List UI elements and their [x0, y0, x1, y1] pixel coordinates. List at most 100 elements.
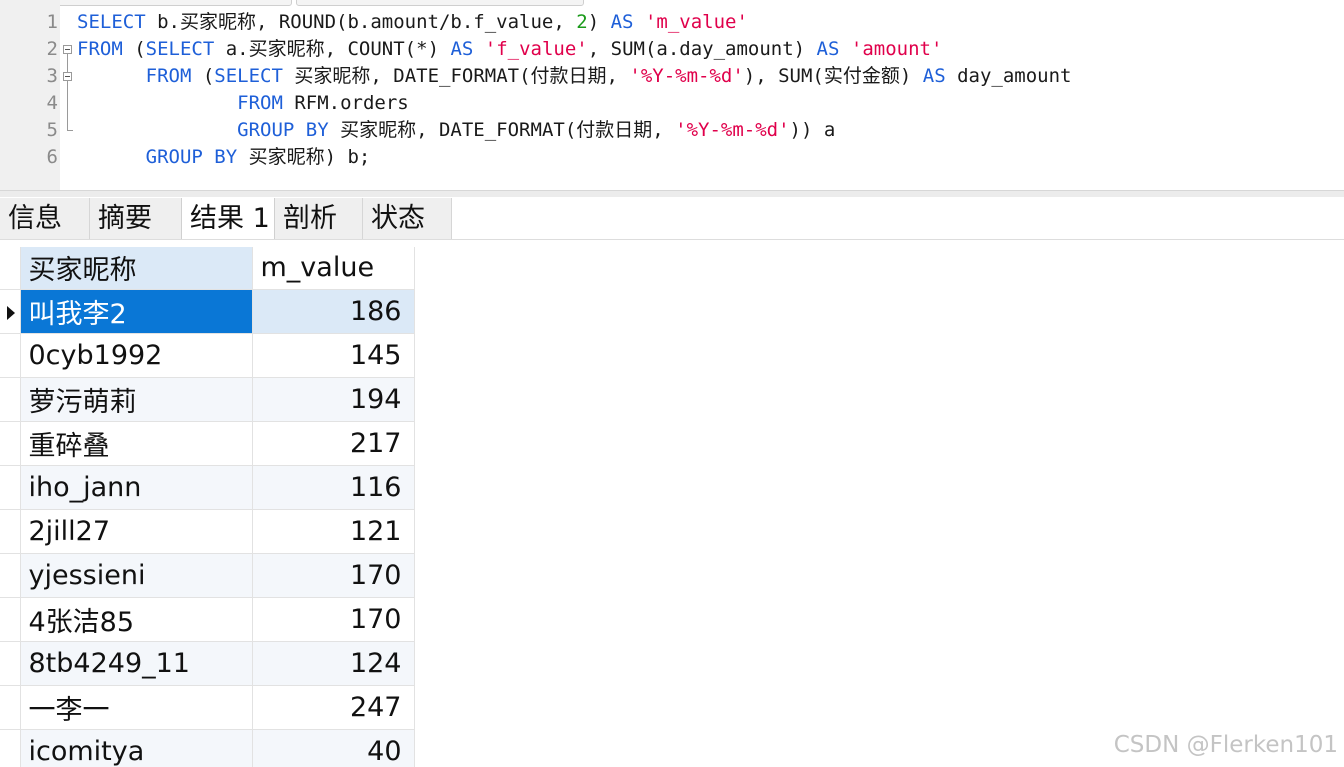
- table-row[interactable]: yjessieni 170: [0, 553, 415, 598]
- cell-m-value[interactable]: 194: [252, 377, 415, 422]
- row-indicator[interactable]: [0, 597, 21, 642]
- tab-summary[interactable]: 摘要: [90, 198, 182, 239]
- sql-keyword: AS: [450, 38, 474, 60]
- sql-text: (: [191, 65, 215, 87]
- sql-string: '%Y-%m-%d': [675, 119, 790, 141]
- table-row[interactable]: 萝污萌莉 194: [0, 377, 415, 422]
- cell-m-value[interactable]: 247: [252, 685, 415, 730]
- sql-string: '%Y-%m-%d': [629, 65, 744, 87]
- cell-m-value[interactable]: 170: [252, 553, 415, 598]
- sql-text: RFM.orders: [282, 92, 409, 114]
- cell-buyer-nickname[interactable]: 4张洁85: [20, 597, 253, 642]
- table-row[interactable]: 0cyb1992 145: [0, 333, 415, 378]
- tab-info[interactable]: 信息: [0, 198, 90, 239]
- cell-m-value[interactable]: 40: [252, 729, 415, 767]
- row-indicator[interactable]: [0, 685, 21, 730]
- line-number: 1: [46, 11, 58, 33]
- code-line: FROM RFM.orders: [77, 90, 1071, 117]
- tab-result-1[interactable]: 结果 1: [181, 198, 275, 239]
- column-header-m-value[interactable]: m_value: [252, 247, 415, 290]
- table-row[interactable]: iho_jann 116: [0, 465, 415, 510]
- cell-buyer-nickname[interactable]: 重碎叠: [20, 421, 253, 466]
- cell-buyer-nickname[interactable]: 0cyb1992: [20, 333, 253, 378]
- result-tab-bar: 信息 摘要 结果 1 剖析 状态: [0, 197, 1344, 240]
- current-row-pointer-icon: [7, 305, 15, 320]
- sql-keyword: FROM: [77, 38, 123, 60]
- table-row[interactable]: icomitya 40: [0, 729, 415, 767]
- table-row[interactable]: 一李一 247: [0, 685, 415, 730]
- cell-m-value[interactable]: 217: [252, 421, 415, 466]
- table-row[interactable]: 重碎叠 217: [0, 421, 415, 466]
- row-indicator[interactable]: [0, 641, 21, 686]
- cell-buyer-nickname[interactable]: yjessieni: [20, 553, 253, 598]
- code-line: GROUP BY 买家昵称, DATE_FORMAT(付款日期, '%Y-%m-…: [77, 117, 1071, 144]
- cell-buyer-nickname[interactable]: 一李一: [20, 685, 253, 730]
- cell-m-value[interactable]: 170: [252, 597, 415, 642]
- tab-status[interactable]: 状态: [363, 198, 452, 239]
- row-indicator[interactable]: [0, 421, 21, 466]
- sql-keyword: GROUP BY: [237, 119, 329, 141]
- table-row[interactable]: 4张洁85 170: [0, 597, 415, 642]
- sql-text: 买家昵称) b;: [237, 146, 371, 168]
- sql-keyword: AS: [816, 38, 840, 60]
- table-row[interactable]: 叫我李2 186: [0, 289, 415, 334]
- cell-m-value[interactable]: 116: [252, 465, 415, 510]
- cell-buyer-nickname[interactable]: 8tb4249_11: [20, 641, 253, 686]
- row-indicator[interactable]: [0, 377, 21, 422]
- fold-guide: [67, 54, 68, 72]
- cell-m-value[interactable]: 145: [252, 333, 415, 378]
- cell-buyer-nickname[interactable]: 叫我李2: [20, 289, 253, 334]
- sql-text: ): [587, 11, 611, 33]
- fold-toggle-icon[interactable]: [63, 45, 72, 54]
- watermark: CSDN @Flerken101: [1113, 732, 1338, 758]
- sql-text: (: [122, 38, 146, 60]
- cell-m-value[interactable]: 186: [252, 289, 415, 334]
- sql-string: 'm_value': [644, 11, 748, 33]
- sql-keyword: SELECT: [214, 65, 283, 87]
- editor-tab-stub: [296, 0, 584, 6]
- table-row[interactable]: 8tb4249_11 124: [0, 641, 415, 686]
- row-indicator[interactable]: [0, 333, 21, 378]
- row-indicator[interactable]: [0, 465, 21, 510]
- row-indicator[interactable]: [0, 553, 21, 598]
- row-indicator[interactable]: [0, 729, 21, 767]
- cell-buyer-nickname[interactable]: 2jill27: [20, 509, 253, 554]
- line-number: 4: [46, 92, 58, 114]
- line-number: 2: [46, 38, 58, 60]
- row-indicator[interactable]: [0, 289, 21, 334]
- sql-keyword: FROM: [145, 65, 192, 87]
- splitter-handle[interactable]: [0, 190, 1344, 197]
- row-indicator-header: [0, 247, 21, 290]
- sql-editor[interactable]: 1 2 3 4 5 6 SELECT b.买家昵称, ROUND(b.amoun…: [0, 0, 1344, 190]
- fold-toggle-icon[interactable]: [63, 72, 72, 81]
- line-number: 6: [46, 146, 58, 168]
- row-indicator[interactable]: [0, 509, 21, 554]
- result-grid[interactable]: 买家昵称 m_value 叫我李2 186 0cyb1992 145 萝污萌莉 194 重碎…: [0, 247, 415, 767]
- cell-buyer-nickname[interactable]: icomitya: [20, 729, 253, 767]
- cell-buyer-nickname[interactable]: iho_jann: [20, 465, 253, 510]
- cell-m-value[interactable]: 121: [252, 509, 415, 554]
- cell-m-value[interactable]: 124: [252, 641, 415, 686]
- code-line: FROM (SELECT 买家昵称, DATE_FORMAT(付款日期, '%Y…: [77, 63, 1072, 90]
- sql-keyword: GROUP BY: [145, 146, 238, 168]
- sql-string: 'amount': [850, 38, 943, 60]
- sql-string: 'f_value': [484, 38, 588, 60]
- code-area[interactable]: SELECT b.买家昵称, ROUND(b.amount/b.f_value,…: [77, 9, 1071, 171]
- sql-text: b.买家昵称, ROUND(b.amount/b.f_value,: [145, 11, 577, 33]
- fold-guide: [67, 81, 68, 131]
- column-header-buyer-nickname[interactable]: 买家昵称: [20, 247, 253, 290]
- sql-text: ), SUM(实付金额): [743, 65, 923, 87]
- tab-profile[interactable]: 剖析: [275, 198, 363, 239]
- sql-text: , SUM(a.day_amount): [587, 38, 817, 60]
- table-row[interactable]: 2jill27 121: [0, 509, 415, 554]
- cell-buyer-nickname[interactable]: 萝污萌莉: [20, 377, 253, 422]
- sql-text: )) a: [789, 119, 836, 141]
- sql-keyword: AS: [610, 11, 634, 33]
- line-number: 5: [46, 119, 58, 141]
